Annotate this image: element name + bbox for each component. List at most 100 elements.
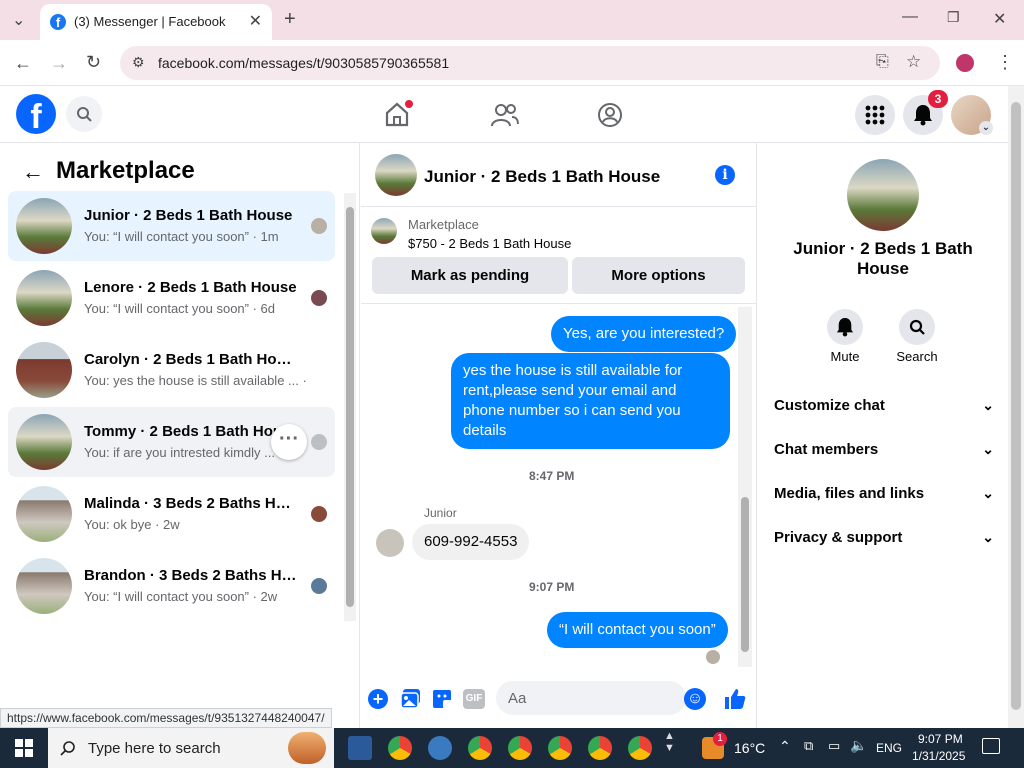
chat-title[interactable]: Junior · 2 Beds 1 Bath House — [424, 167, 660, 187]
sticker-icon[interactable] — [431, 688, 453, 710]
search-highlight-icon — [288, 732, 326, 764]
section-label: Chat members — [774, 441, 879, 458]
messages-scrollbar-thumb[interactable] — [741, 497, 749, 652]
conversation-item-brandon[interactable]: Brandon · 3 Beds 2 Baths Hou... You: “I … — [8, 551, 335, 621]
chrome-taskbar-icon[interactable] — [628, 736, 652, 760]
clock-time[interactable]: 9:07 PM — [918, 732, 963, 746]
chevron-down-icon: ⌄ — [982, 397, 994, 413]
read-receipt-avatar — [706, 650, 720, 664]
conversation-preview: You: “I will contact you soon” · 6d — [84, 301, 276, 316]
home-notification-dot — [405, 100, 413, 108]
install-app-icon[interactable]: ⎘ — [876, 53, 889, 71]
chrome-menu-icon[interactable]: ⋮ — [996, 52, 1014, 73]
add-more-icon[interactable]: + — [368, 689, 388, 709]
tab-search-chevron-icon[interactable]: ⌄ — [12, 10, 25, 30]
clock-date[interactable]: 1/31/2025 — [912, 749, 965, 763]
new-tab-icon[interactable]: + — [284, 8, 296, 31]
search-icon — [909, 319, 925, 335]
conversation-item-malinda[interactable]: Malinda · 3 Beds 2 Baths House You: ok b… — [8, 479, 335, 549]
listing-thumbnail — [16, 198, 72, 254]
site-info-icon[interactable]: ⚙ — [132, 54, 145, 71]
list-scrollbar-thumb[interactable] — [346, 207, 354, 607]
grid-menu-icon — [865, 105, 885, 125]
notification-center-icon[interactable] — [982, 738, 1000, 754]
details-avatar[interactable] — [847, 159, 919, 231]
close-window-icon[interactable]: ✕ — [993, 9, 1006, 29]
listing-source: Marketplace — [408, 217, 479, 232]
chrome-taskbar-icon[interactable] — [548, 736, 572, 760]
groups-icon[interactable] — [597, 102, 623, 128]
reload-icon[interactable]: ↻ — [86, 52, 101, 73]
attach-image-icon[interactable] — [400, 688, 422, 710]
list-scrollbar[interactable] — [344, 193, 356, 621]
facebook-favicon-icon: f — [50, 14, 66, 30]
conversation-item-junior[interactable]: Junior · 2 Beds 1 Bath House You: “I wil… — [8, 191, 335, 261]
mark-as-pending-button[interactable]: Mark as pending — [372, 257, 568, 294]
media-files-links-section[interactable]: Media, files and links ⌄ — [774, 485, 994, 502]
omnibox[interactable]: ⚙ facebook.com/messages/t/90305857903655… — [120, 46, 940, 80]
chrome-taskbar-icon[interactable] — [388, 736, 412, 760]
search-icon — [60, 741, 75, 756]
chat-avatar[interactable] — [375, 154, 417, 196]
customize-chat-section[interactable]: Customize chat ⌄ — [774, 397, 994, 414]
marketplace-title: Marketplace — [56, 157, 195, 184]
back-arrow-icon[interactable]: ← — [22, 159, 44, 185]
restore-icon[interactable]: ❐ — [947, 9, 960, 26]
url-text[interactable]: facebook.com/messages/t/9030585790365581 — [158, 55, 449, 71]
more-options-button[interactable]: More options — [572, 257, 745, 294]
chat-details-panel: Junior · 2 Beds 1 Bath House Mute Search… — [758, 143, 1008, 728]
messages-scrollbar[interactable] — [738, 307, 752, 667]
search-in-conversation-button[interactable] — [899, 309, 935, 345]
account-chevron-icon[interactable]: ⌄ — [979, 121, 993, 135]
chrome-taskbar-icon[interactable] — [468, 736, 492, 760]
friends-icon[interactable] — [491, 102, 519, 128]
menu-button[interactable] — [855, 95, 895, 135]
weather-temp[interactable]: 16°C — [734, 740, 765, 756]
search-button[interactable] — [66, 96, 102, 132]
minimize-icon[interactable]: — — [902, 8, 918, 26]
tray-chevron-up-icon[interactable]: ⌃ — [779, 738, 791, 755]
page-scrollbar-thumb[interactable] — [1011, 102, 1021, 710]
bell-icon — [836, 318, 854, 337]
listing-title[interactable]: $750 - 2 Beds 1 Bath House — [408, 236, 571, 251]
mute-button[interactable] — [827, 309, 863, 345]
like-thumbs-up-icon[interactable] — [723, 687, 747, 711]
message-input[interactable]: Aa — [496, 681, 686, 715]
language-indicator[interactable]: ENG — [876, 741, 902, 755]
message-outgoing: yes the house is still available for ren… — [451, 353, 730, 449]
network-icon[interactable]: ▭ — [828, 738, 840, 754]
back-icon[interactable]: ← — [14, 53, 32, 74]
taskbar-search-box[interactable]: Type here to search — [48, 728, 334, 768]
tray-device-icon[interactable]: ⧉ — [804, 738, 813, 754]
paint-app-icon[interactable] — [428, 736, 452, 760]
seen-avatar — [311, 506, 327, 522]
page-scrollbar[interactable] — [1008, 86, 1024, 728]
profile-avatar-icon[interactable] — [956, 54, 974, 72]
windows-start-icon[interactable] — [15, 739, 33, 757]
conversation-item-tommy[interactable]: Tommy · 2 Beds 1 Bath House You: if are … — [8, 407, 335, 477]
bookmark-star-icon[interactable]: ☆ — [906, 52, 921, 72]
chat-members-section[interactable]: Chat members ⌄ — [774, 441, 994, 458]
sender-avatar[interactable] — [376, 529, 404, 557]
more-options-icon[interactable]: ··· — [271, 424, 307, 460]
close-tab-icon[interactable]: ✕ — [249, 11, 262, 31]
privacy-support-section[interactable]: Privacy & support ⌄ — [774, 529, 994, 546]
facebook-logo-icon[interactable]: f — [16, 94, 56, 136]
gif-icon[interactable]: GIF — [463, 689, 485, 709]
info-icon[interactable]: i — [715, 165, 735, 185]
volume-icon[interactable]: 🔈 — [850, 737, 867, 754]
marketplace-conversation-list: ← Marketplace Junior · 2 Beds 1 Bath Hou… — [0, 143, 360, 728]
conversation-preview: You: “I will contact you soon” · 2w — [84, 589, 278, 604]
conversation-preview: You: ok bye · 2w — [84, 517, 180, 532]
file-explorer-icon[interactable] — [348, 736, 372, 760]
emoji-icon[interactable]: ☺ — [684, 688, 706, 710]
conversation-item-lenore[interactable]: Lenore · 2 Beds 1 Bath House You: “I wil… — [8, 263, 335, 333]
chrome-taskbar-icon[interactable] — [508, 736, 532, 760]
conversation-item-carolyn[interactable]: Carolyn · 2 Beds 1 Bath House You: yes t… — [8, 335, 335, 405]
chrome-taskbar-icon[interactable] — [588, 736, 612, 760]
taskbar-overflow-icon[interactable]: ▲ ▼ — [664, 730, 675, 754]
forward-icon[interactable]: → — [50, 53, 68, 74]
browser-tab[interactable]: f (3) Messenger | Facebook ✕ — [40, 4, 272, 40]
message-timestamp: 9:07 PM — [529, 580, 575, 594]
conversation-name: Tommy · 2 Beds 1 Bath House — [84, 423, 299, 440]
